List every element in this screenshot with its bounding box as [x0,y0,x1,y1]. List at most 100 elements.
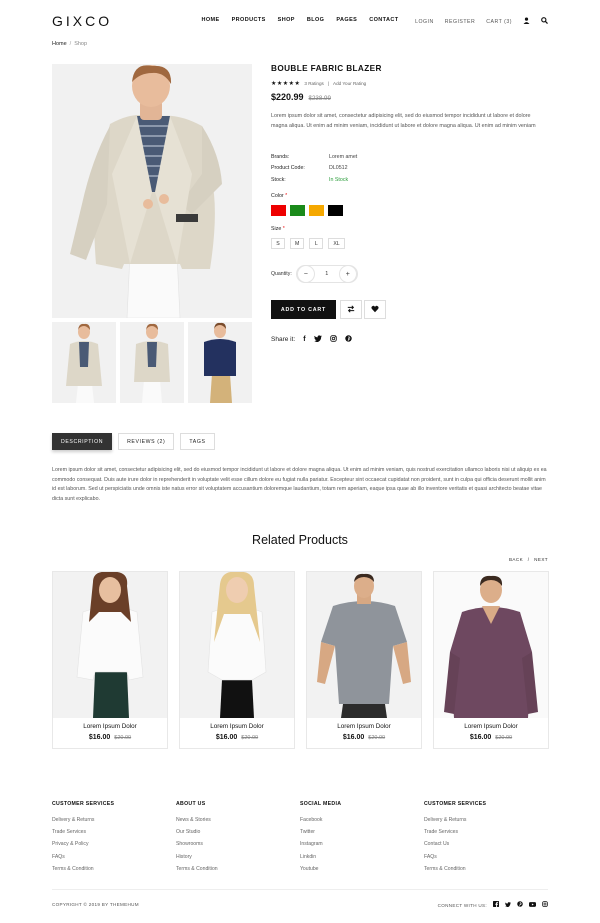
cart-link[interactable]: CART (3) [486,19,512,25]
facebook-icon[interactable] [493,901,499,909]
footer-link[interactable]: Trade Services [52,829,172,841]
pinterest-icon[interactable] [517,901,523,909]
footer-link[interactable]: Trade Services [424,829,544,841]
size-option-xl[interactable]: XL [328,238,345,249]
color-swatch-red[interactable] [271,205,286,216]
product-thumbnail-2[interactable] [120,322,184,403]
product-thumbnail-3[interactable] [188,322,252,403]
color-label: Color * [271,193,288,199]
nav-contact[interactable]: CONTACT [369,17,398,23]
footer-link[interactable]: Our Studio [176,829,296,841]
quantity-minus-button[interactable]: − [296,265,315,283]
footer-column-social-media: SOCIAL MEDIA Facebook Twitter Instagram … [300,801,420,878]
instagram-icon[interactable] [329,335,337,344]
user-icon[interactable] [523,17,530,26]
facebook-icon[interactable]: f [303,336,305,343]
related-product-card[interactable]: Lorem Ipsum Dolor $16.00 $20.00 [179,571,295,749]
youtube-icon[interactable] [529,901,536,909]
product-short-description: Lorem ipsum dolor sit amet, consectetur … [271,113,536,129]
product-thumbnail-1[interactable] [52,322,116,403]
related-product-price: $16.00 $20.00 [469,734,513,741]
footer-link[interactable]: Youtube [300,866,420,878]
old-price: $238.99 [308,95,331,102]
footer-link[interactable]: Privacy & Policy [52,841,172,853]
breadcrumb-separator: / [69,41,72,47]
footer-link[interactable]: FAQs [52,854,172,866]
quantity-value[interactable]: 1 [325,271,328,277]
related-product-name[interactable]: Lorem Ipsum Dolor [434,723,548,730]
footer-link[interactable]: Showrooms [176,841,296,853]
related-product-old-price: $20.00 [368,735,386,741]
add-to-cart-button[interactable]: ADD TO CART [271,300,336,319]
related-product-image[interactable] [434,572,548,718]
carousel-nav: BACK / NEXT [509,557,548,562]
color-swatch-green[interactable] [290,205,305,216]
related-product-image[interactable] [53,572,167,718]
nav-home[interactable]: HOME [202,17,220,23]
breadcrumb-home[interactable]: Home [52,41,67,47]
breadcrumb: Home / Shop [52,41,87,47]
footer-link[interactable]: Contact Us [424,841,544,853]
color-swatch-black[interactable] [328,205,343,216]
nav-pages[interactable]: PAGES [336,17,357,23]
rating-separator: | [327,81,330,86]
footer-link[interactable]: Terms & Condition [52,866,172,878]
footer-link[interactable]: Terms & Condition [424,866,544,878]
wishlist-button[interactable] [364,300,386,319]
footer-link[interactable]: Delivery & Returns [424,817,544,829]
product-title: BOUBLE FABRIC BLAZER [271,64,382,73]
heart-icon [371,305,379,315]
product-main-image[interactable] [52,64,252,318]
related-product-name[interactable]: Lorem Ipsum Dolor [180,723,294,730]
meta-key: Brands: [271,154,290,160]
footer-link[interactable]: Facebook [300,817,420,829]
footer-link[interactable]: Linkdin [300,854,420,866]
nav-shop[interactable]: SHOP [278,17,295,23]
login-link[interactable]: LOGIN [415,19,434,25]
carousel-next-button[interactable]: NEXT [534,557,548,562]
related-product-image[interactable] [307,572,421,718]
register-link[interactable]: REGISTER [445,19,476,25]
pinterest-icon[interactable] [344,335,352,344]
related-product-name[interactable]: Lorem Ipsum Dolor [307,723,421,730]
related-product-card[interactable]: Lorem Ipsum Dolor $16.00 $20.00 [52,571,168,749]
footer-link[interactable]: History [176,854,296,866]
nav-products[interactable]: PRODUCTS [232,17,266,23]
footer-link[interactable]: News & Stories [176,817,296,829]
product-long-description: Lorem ipsum dolor sit amet, consectetur … [52,467,547,502]
carousel-back-button[interactable]: BACK [509,557,523,562]
related-product-image[interactable] [180,572,294,718]
size-option-m[interactable]: M [290,238,305,249]
footer-link[interactable]: Delivery & Returns [52,817,172,829]
tab-description[interactable]: DESCRIPTION [52,433,113,450]
twitter-icon[interactable] [505,901,511,909]
twitter-icon[interactable] [313,335,322,344]
tab-reviews[interactable]: REVIEWS (2) [118,433,175,450]
search-icon[interactable] [541,17,548,26]
size-option-l[interactable]: L [309,238,324,249]
related-product-name[interactable]: Lorem Ipsum Dolor [53,723,167,730]
meta-row-brand: Brands: Lorem amet [271,152,357,163]
add-rating-link[interactable]: Add Your Rating [333,81,366,86]
nav-blog[interactable]: BLOG [307,17,325,23]
footer-link[interactable]: Terms & Condition [176,866,296,878]
compare-button[interactable] [340,300,362,319]
footer-link[interactable]: Twitter [300,829,420,841]
tab-tags[interactable]: TAGS [180,433,215,450]
color-swatch-orange[interactable] [309,205,324,216]
header-actions: LOGIN REGISTER CART (3) [415,17,548,26]
footer-link[interactable]: Instagram [300,841,420,853]
instagram-icon[interactable] [542,901,548,909]
share-row: Share it: f [271,335,352,344]
related-product-card[interactable]: Lorem Ipsum Dolor $16.00 $20.00 [433,571,549,749]
footer-link[interactable]: FAQs [424,854,544,866]
stock-status: In Stock [329,176,349,183]
product-tabs: DESCRIPTION REVIEWS (2) TAGS [52,433,215,450]
footer-column-title: CUSTOMER SERVICES [424,801,487,807]
related-product-old-price: $20.00 [241,735,259,741]
quantity-stepper: − 1 + [295,265,358,283]
size-option-s[interactable]: S [271,238,285,249]
quantity-plus-button[interactable]: + [338,265,357,283]
related-product-card[interactable]: Lorem Ipsum Dolor $16.00 $20.00 [306,571,422,749]
meta-row-stock: Stock: In Stock [271,175,357,186]
